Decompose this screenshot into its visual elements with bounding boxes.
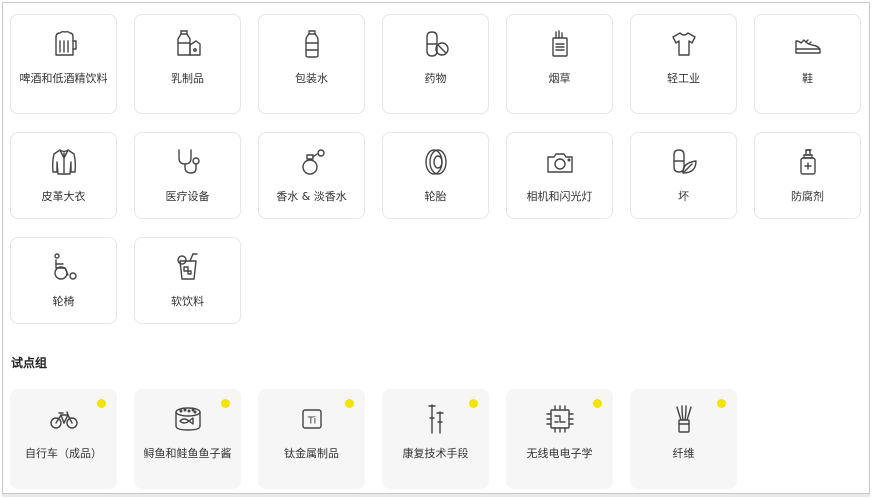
perfume-icon [297,147,327,177]
stethoscope-icon [173,147,203,177]
category-card-soft-drinks[interactable]: 软饮料 [134,237,241,324]
pilot-card-radio-electronics[interactable]: 无线电电子学 [506,389,613,489]
new-indicator-dot [717,399,726,408]
coat-icon [49,147,79,177]
pilot-label: 自行车（成品） [25,447,102,460]
bicycle-icon [49,404,79,434]
pilot-card-fiber[interactable]: 纤维 [630,389,737,489]
category-card-beer[interactable]: 啤酒和低酒精饮料 [10,14,117,114]
category-label: 啤酒和低酒精饮料 [19,72,108,85]
pilot-card-titanium[interactable]: Ti 钛金属制品 [258,389,365,489]
category-label: 轻工业 [667,72,700,85]
category-label: 烟草 [548,72,571,85]
new-indicator-dot [345,399,354,408]
category-card-tobacco[interactable]: 烟草 [506,14,613,114]
titanium-icon: Ti [297,404,327,434]
new-indicator-dot [469,399,478,408]
shoe-icon [793,29,823,59]
category-card-light-industry[interactable]: 轻工业 [630,14,737,114]
soft-drink-icon [173,252,203,282]
category-card-perfume[interactable]: 香水 & 淡香水 [258,132,365,219]
wheelchair-icon [49,252,79,282]
category-label: 鞋 [802,72,813,85]
category-grid-row-2: 皮革大衣 医疗设备 香水 & 淡香水 轮胎 相机和闪光灯 坏 防腐剂 [10,132,861,219]
category-label: 软饮料 [171,295,204,308]
category-card-tires[interactable]: 轮胎 [382,132,489,219]
category-card-leather-coat[interactable]: 皮革大衣 [10,132,117,219]
pilot-label: 康复技术手段 [402,447,469,460]
caviar-can-icon [173,404,203,434]
new-indicator-dot [221,399,230,408]
category-label: 防腐剂 [791,190,824,203]
category-label: 包装水 [295,72,328,85]
pill-icon [421,29,451,59]
camera-icon [545,147,575,177]
new-indicator-dot [97,399,106,408]
category-card-camera[interactable]: 相机和闪光灯 [506,132,613,219]
category-card-medicine[interactable]: 药物 [382,14,489,114]
svg-text:Ti: Ti [306,416,316,427]
fiber-optic-icon [669,404,699,434]
water-bottle-icon [297,29,327,59]
pilot-grid: 自行车（成品） 鲟鱼和鲑鱼鱼子酱 Ti 钛金属制品 康复技术手段 无线电电子学 … [10,389,861,489]
category-label: 医疗设备 [165,190,210,203]
category-grid-row-3: 轮椅 软饮料 [10,237,861,324]
pilot-card-rehabilitation[interactable]: 康复技术手段 [382,389,489,489]
pilot-card-caviar[interactable]: 鲟鱼和鲑鱼鱼子酱 [134,389,241,489]
sanitizer-icon [793,147,823,177]
new-indicator-dot [593,399,602,408]
pilot-label: 鲟鱼和鲑鱼鱼子酱 [143,447,232,460]
pilot-label: 无线电电子学 [526,447,593,460]
category-card-medical-equipment[interactable]: 医疗设备 [134,132,241,219]
cigarette-pack-icon [545,29,575,59]
pilot-card-bicycle[interactable]: 自行车（成品） [10,389,117,489]
category-label: 乳制品 [171,72,204,85]
milk-carton-icon [173,29,203,59]
category-label: 药物 [424,72,447,85]
category-card-bad[interactable]: 坏 [630,132,737,219]
tshirt-icon [669,29,699,59]
category-label: 坏 [678,190,689,203]
microchip-icon [545,404,575,434]
pilot-section-title: 试点组 [11,356,48,370]
crutches-icon [421,404,451,434]
category-label: 相机和闪光灯 [526,190,593,203]
category-label: 皮革大衣 [41,190,86,203]
bottom-edge [2,494,870,497]
category-label: 轮胎 [424,190,447,203]
category-label: 香水 & 淡香水 [276,190,347,203]
category-card-wheelchair[interactable]: 轮椅 [10,237,117,324]
beer-mug-icon [49,29,79,59]
category-card-antiseptic[interactable]: 防腐剂 [754,132,861,219]
pilot-label: 钛金属制品 [284,447,339,460]
pilot-label: 纤维 [672,447,695,460]
category-grid-row-1: 啤酒和低酒精饮料 乳制品 包装水 药物 烟草 轻工业 鞋 [10,14,861,114]
tire-icon [421,147,451,177]
category-label: 轮椅 [52,295,75,308]
category-card-water[interactable]: 包装水 [258,14,365,114]
leaf-pill-icon [669,147,699,177]
category-card-dairy[interactable]: 乳制品 [134,14,241,114]
category-card-shoes[interactable]: 鞋 [754,14,861,114]
